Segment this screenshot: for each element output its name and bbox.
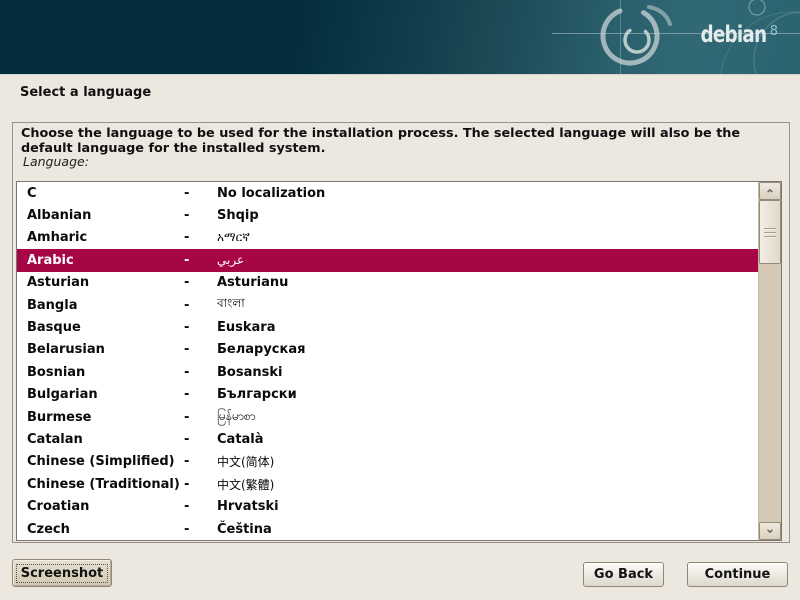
list-item[interactable]: Chinese (Simplified)-中文(简体) [17, 451, 758, 473]
language-listbox: C-No localizationAlbanian-ShqipAmharic-አ… [16, 181, 782, 541]
language-name: Asturian [27, 275, 184, 290]
language-name: Chinese (Traditional) [27, 477, 184, 492]
list-item[interactable]: Burmese-မြန်မာစာ [17, 406, 758, 428]
separator-dash: - [184, 410, 217, 425]
separator-dash: - [184, 365, 217, 380]
list-item[interactable]: Bulgarian-Български [17, 384, 758, 406]
dialog-frame: Choose the language to be used for the i… [12, 122, 790, 543]
language-list[interactable]: C-No localizationAlbanian-ShqipAmharic-አ… [17, 182, 758, 540]
separator-dash: - [184, 253, 217, 268]
separator-dash: - [184, 387, 217, 402]
separator-dash: - [184, 454, 217, 469]
separator-dash: - [184, 298, 217, 313]
brand-logo: debian 8 [684, 24, 778, 47]
language-native: 中文(简体) [217, 453, 758, 470]
screenshot-button[interactable]: Screenshot [12, 559, 112, 587]
scrollbar[interactable] [758, 182, 781, 540]
language-native: Hrvatski [217, 499, 758, 514]
separator-dash: - [184, 230, 217, 245]
scrollbar-thumb[interactable] [759, 200, 781, 264]
brand-name: debian [701, 24, 767, 47]
language-native: Български [217, 387, 758, 402]
go-back-button[interactable]: Go Back [583, 562, 664, 587]
separator-dash: - [184, 320, 217, 335]
separator-dash: - [184, 186, 217, 201]
language-native: Asturianu [217, 275, 758, 290]
language-name: Amharic [27, 230, 184, 245]
language-native: Čeština [217, 522, 758, 537]
thumb-grip-icon [764, 228, 776, 240]
list-item[interactable]: Catalan-Català [17, 428, 758, 450]
language-name: Czech [27, 522, 184, 537]
separator-dash: - [184, 208, 217, 223]
scroll-down-button[interactable] [759, 522, 781, 540]
language-label: Language: [23, 154, 89, 169]
chevron-down-icon [766, 527, 774, 535]
language-native: မြန်မာစာ [217, 408, 758, 426]
language-name: Burmese [27, 410, 184, 425]
list-item[interactable]: Bosnian-Bosanski [17, 361, 758, 383]
list-item[interactable]: Belarusian-Беларуская [17, 339, 758, 361]
list-item[interactable]: Bangla-বাংলা [17, 294, 758, 316]
list-item[interactable]: Basque-Euskara [17, 316, 758, 338]
language-name: Catalan [27, 432, 184, 447]
chevron-up-icon [766, 187, 774, 195]
debian-swirl-icon [0, 0, 800, 74]
list-item[interactable]: C-No localization [17, 182, 758, 204]
language-native: No localization [217, 186, 758, 201]
language-name: Albanian [27, 208, 184, 223]
language-native: 中文(繁體) [217, 476, 758, 493]
list-item[interactable]: Croatian-Hrvatski [17, 495, 758, 517]
language-native: Euskara [217, 320, 758, 335]
language-name: Arabic [27, 253, 184, 268]
language-name: C [27, 186, 184, 201]
language-name: Bosnian [27, 365, 184, 380]
language-name: Bulgarian [27, 387, 184, 402]
language-name: Chinese (Simplified) [27, 454, 184, 469]
language-name: Bangla [27, 298, 184, 313]
screenshot-button-label: Screenshot [16, 564, 109, 583]
language-native: Català [217, 432, 758, 447]
continue-button[interactable]: Continue [687, 562, 788, 587]
list-item[interactable]: Asturian-Asturianu [17, 272, 758, 294]
language-name: Belarusian [27, 342, 184, 357]
list-item[interactable]: Arabic-عربي [17, 249, 758, 271]
language-native: عربي [217, 253, 758, 267]
page-title: Select a language [20, 85, 151, 100]
list-item[interactable]: Chinese (Traditional)-中文(繁體) [17, 473, 758, 495]
brand-version: 8 [770, 25, 778, 38]
list-item[interactable]: Albanian-Shqip [17, 204, 758, 226]
language-native: বাংলা [217, 295, 758, 315]
language-name: Basque [27, 320, 184, 335]
scroll-up-button[interactable] [759, 182, 781, 200]
language-native: አማርኛ [217, 230, 758, 245]
header-banner: debian 8 [0, 0, 800, 75]
separator-dash: - [184, 275, 217, 290]
separator-dash: - [184, 499, 217, 514]
instruction-text: Choose the language to be used for the i… [21, 126, 769, 156]
list-item[interactable]: Czech-Čeština [17, 518, 758, 540]
separator-dash: - [184, 477, 217, 492]
language-native: Shqip [217, 208, 758, 223]
separator-dash: - [184, 342, 217, 357]
language-name: Croatian [27, 499, 184, 514]
language-native: Bosanski [217, 365, 758, 380]
list-item[interactable]: Amharic-አማርኛ [17, 227, 758, 249]
separator-dash: - [184, 432, 217, 447]
language-native: Беларуская [217, 342, 758, 357]
separator-dash: - [184, 522, 217, 537]
